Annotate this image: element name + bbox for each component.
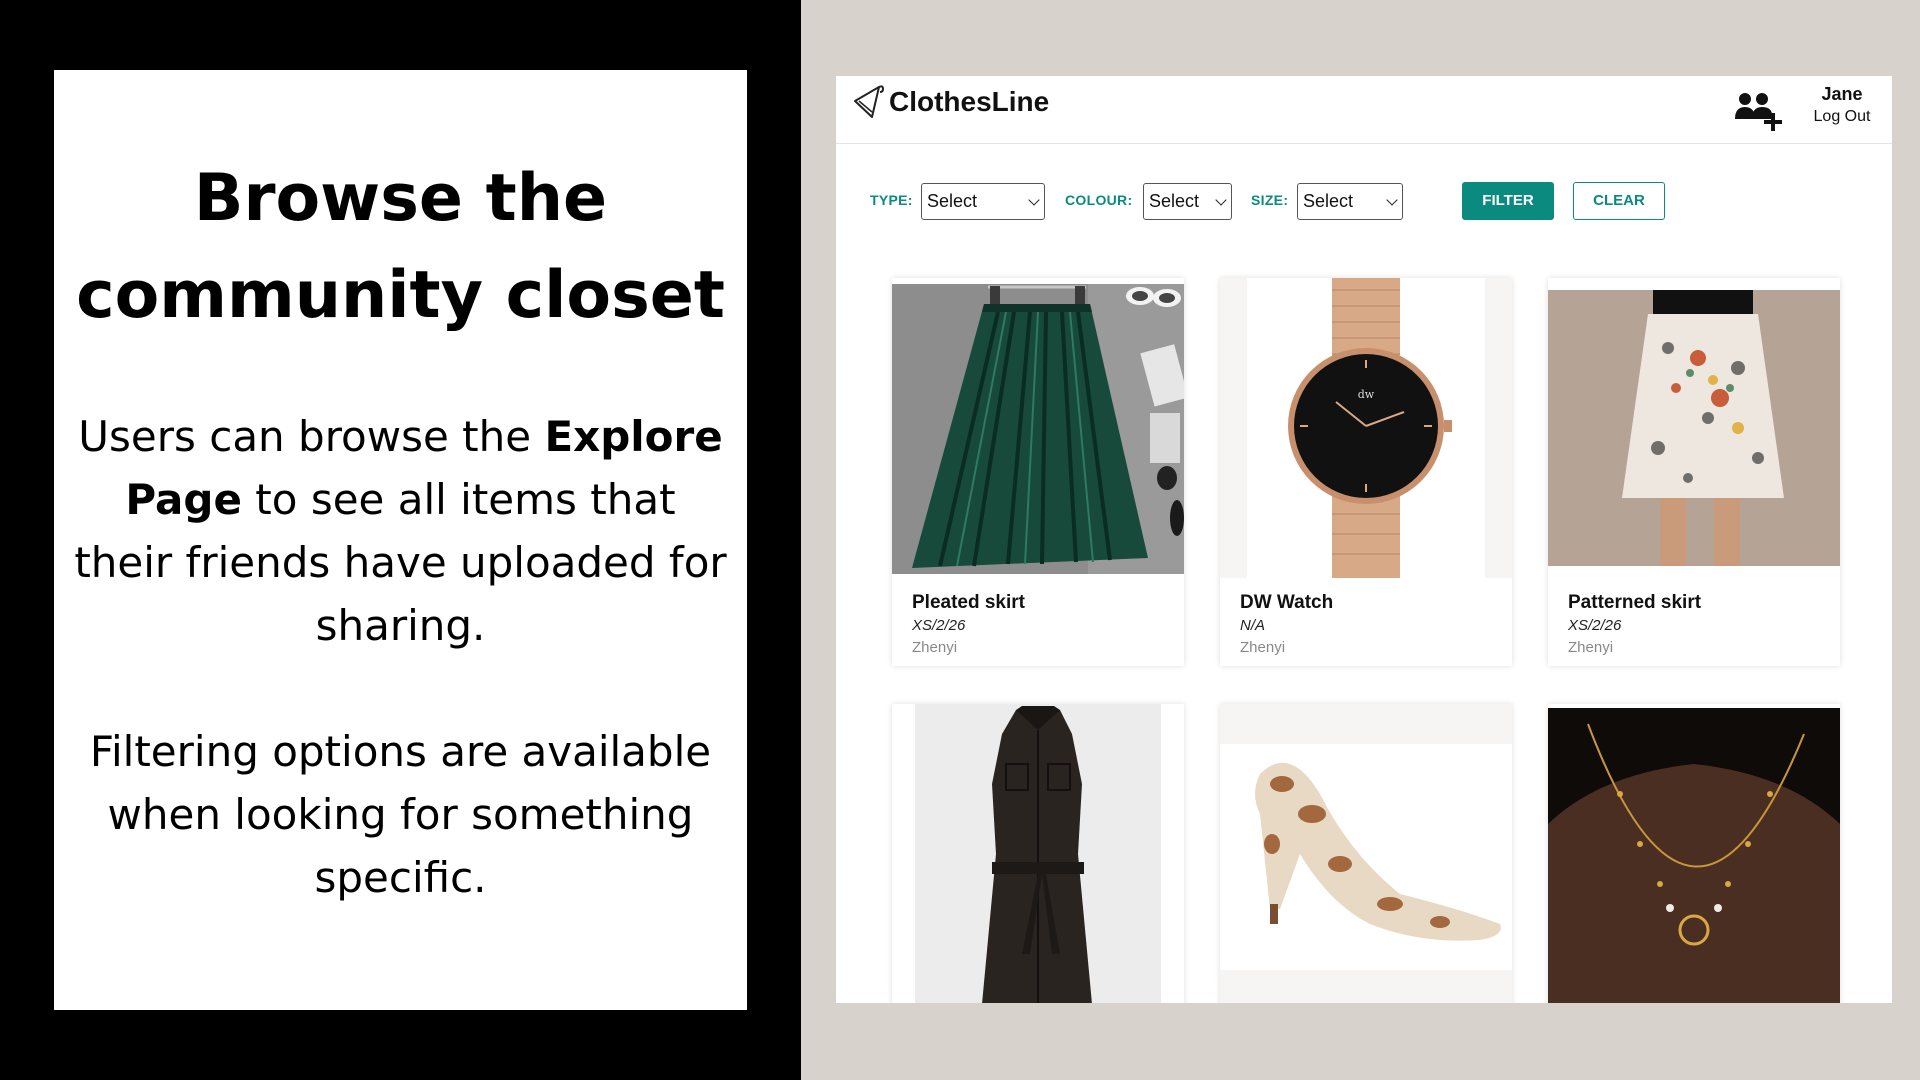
item-card[interactable]: Pleated skirt XS/2/26 Zhenyi [892,278,1184,666]
paragraph-text-before: Users can browse the [78,412,545,461]
item-image [892,704,1184,1003]
slide-paragraph-1: Users can browse the Explore Page to see… [74,405,727,657]
user-name: Jane [1821,84,1863,104]
item-image: dw [1220,278,1512,578]
add-friend-icon[interactable] [1734,88,1786,132]
item-card[interactable]: Patterned skirt XS/2/26 Zhenyi [1548,278,1840,666]
item-size: XS/2/26 [912,617,966,634]
chevron-down-icon [1028,194,1040,206]
svg-text:dw: dw [1358,388,1375,401]
item-info: Pleated skirt XS/2/26 Zhenyi [912,591,1025,659]
item-card[interactable] [1548,704,1840,1003]
watch-image: dw [1220,278,1512,578]
colour-filter-label: COLOUR: [1065,192,1133,208]
description-card: Browse the community closet Users can br… [54,70,747,1010]
clear-button[interactable]: CLEAR [1573,182,1665,220]
item-card[interactable]: dw DW Watch N/A Zhenyi [1220,278,1512,666]
item-image [892,278,1184,578]
item-info: Patterned skirt XS/2/26 Zhenyi [1568,591,1701,659]
chevron-down-icon [1386,194,1398,206]
item-info: DW Watch N/A Zhenyi [1240,591,1333,659]
item-size: XS/2/26 [1568,617,1622,634]
clothes-hanger-icon [854,85,885,118]
item-owner: Zhenyi [1568,639,1614,656]
logout-link[interactable]: Log Out [1802,106,1882,128]
filter-button[interactable]: FILTER [1462,182,1554,220]
size-filter-label: SIZE: [1251,192,1289,208]
item-image [1220,704,1512,1003]
colour-select[interactable]: Select [1143,183,1232,220]
size-select[interactable]: Select [1297,183,1403,220]
item-owner: Zhenyi [912,639,958,656]
type-select-value: Select [927,191,978,211]
item-size: N/A [1240,617,1266,634]
slide-heading: Browse the community closet [76,161,725,333]
item-owner: Zhenyi [1240,639,1286,656]
brand-name: ClothesLine [889,86,1050,117]
item-name: Pleated skirt [912,592,1025,613]
size-select-value: Select [1303,191,1354,211]
patterned-skirt-image [1548,290,1840,566]
item-card[interactable] [1220,704,1512,1003]
app-header: ClothesLine Jane Log Out [836,76,1892,144]
item-name: DW Watch [1240,592,1334,613]
colour-select-value: Select [1149,191,1200,211]
item-card[interactable] [892,704,1184,1003]
type-filter-label: TYPE: [870,192,913,208]
user-menu: Jane Log Out [1802,82,1882,128]
heel-image [1220,704,1512,1003]
dress-image [892,704,1184,1003]
app-window: ClothesLine Jane Log Out TYPE: Select CO… [836,76,1892,1003]
item-name: Patterned skirt [1568,592,1702,613]
chevron-down-icon [1215,194,1227,206]
pleated-skirt-image [892,284,1184,574]
item-image [1548,278,1840,578]
type-select[interactable]: Select [921,183,1045,220]
brand-logo[interactable]: ClothesLine [852,84,1049,120]
slide-paragraph-2: Filtering options are available when loo… [89,727,712,902]
necklace-image [1548,708,1840,1003]
item-image [1548,704,1840,1003]
